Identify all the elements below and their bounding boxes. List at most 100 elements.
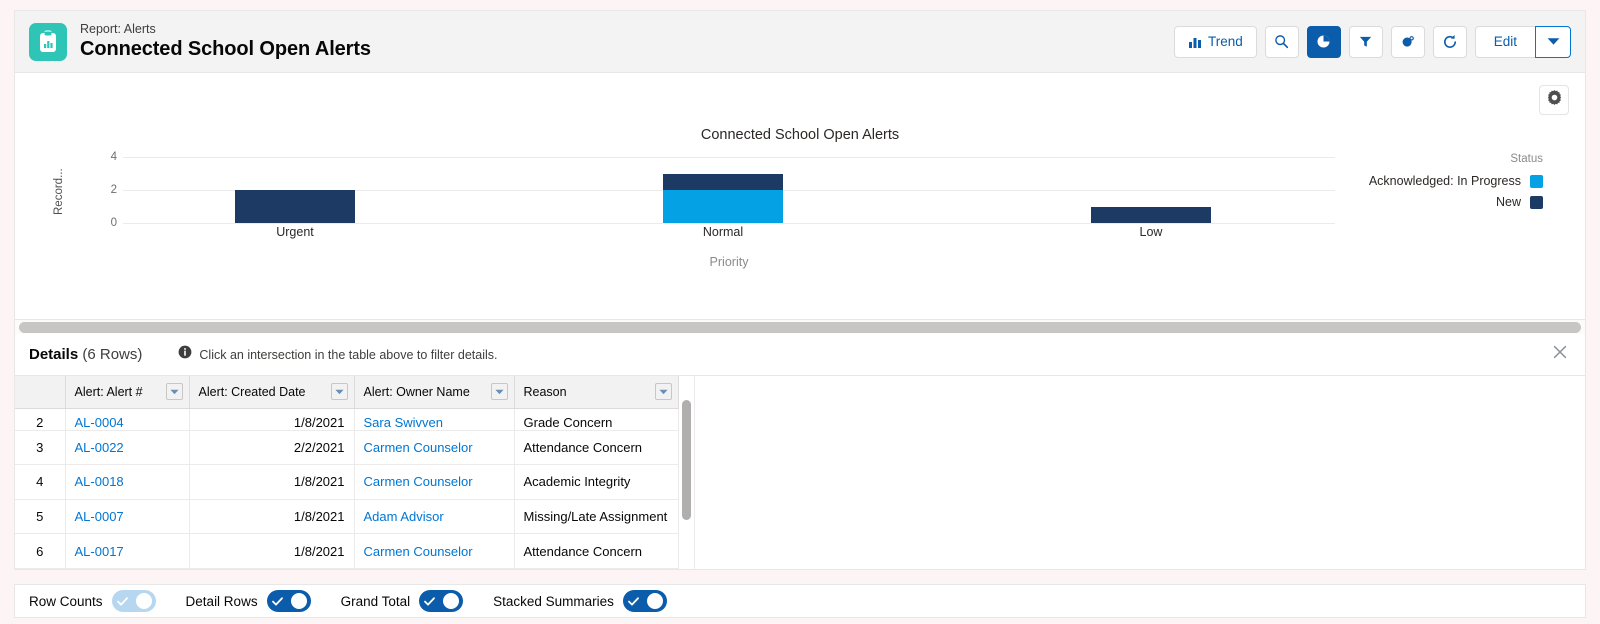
bar-normal[interactable] [663,173,783,223]
table-vertical-scrollbar-thumb[interactable] [681,400,691,520]
cell-alert-number[interactable]: AL-0007 [65,499,190,535]
cell-owner-name[interactable]: Carmen Counselor [354,533,515,569]
page-title: Connected School Open Alerts [80,37,371,60]
cell-owner-name[interactable]: Carmen Counselor [354,430,515,466]
report-options-bar: Row Counts Detail Rows Grand Total Stack… [14,584,1586,618]
cell-alert-number[interactable]: AL-0017 [65,533,190,569]
check-icon [116,596,128,606]
refresh-icon [1442,34,1458,50]
column-header-owner-name[interactable]: Alert: Owner Name [354,376,515,409]
cell-reason: Attendance Concern [514,430,679,466]
refresh-button[interactable] [1432,25,1467,58]
cell-created-date: 1/8/2021 [189,464,355,500]
legend-item-in-progress[interactable]: Acknowledged: In Progress [1369,174,1543,188]
table-row[interactable]: 2 AL-0004 1/8/2021 Sara Swivven Grade Co… [15,408,679,431]
chart-settings-button[interactable] [1539,85,1569,115]
owner-name-link[interactable]: Carmen Counselor [364,544,473,559]
filter-button[interactable] [1348,25,1383,58]
cell-owner-name[interactable]: Adam Advisor [354,499,515,535]
owner-name-link[interactable]: Sara Swivven [364,415,443,430]
legend-swatch-new [1530,195,1543,209]
toggle-detail-rows[interactable]: Detail Rows [186,590,311,612]
x-label-normal: Normal [702,225,744,239]
bar-low[interactable] [1091,206,1211,223]
legend-swatch-in-progress [1530,174,1543,188]
close-details-button[interactable] [1549,344,1571,366]
chart-title: Connected School Open Alerts [700,127,900,143]
cell-created-date: 1/8/2021 [189,408,355,431]
x-label-low: Low [1139,225,1163,239]
toggle-knob [290,593,307,609]
report-eyebrow: Report: Alerts [80,21,156,36]
toggle-stacked-summaries-switch[interactable] [622,590,667,612]
table-row[interactable]: 6 AL-0017 1/8/2021 Carmen Counselor Atte… [15,533,679,569]
trend-button[interactable]: Trend [1173,25,1257,58]
bar-segment-new-normal[interactable] [663,173,783,190]
details-title-text: Details [29,346,79,363]
alert-number-link[interactable]: AL-0017 [75,544,124,559]
bar-segment-new-low[interactable] [1091,206,1211,223]
column-menu-icon-owner-name[interactable] [490,383,508,401]
toggle-row-counts[interactable]: Row Counts [29,590,156,612]
y-axis-label: Record... [53,168,65,216]
cell-owner-name[interactable]: Sara Swivven [354,408,515,431]
subscribe-button[interactable] [1390,25,1425,58]
table-header-row: Alert: Alert # Alert: Created Date Alert… [15,376,679,409]
details-row-count: (6 Rows) [82,346,143,363]
bar-segment-in-progress-normal[interactable] [663,190,783,223]
toggle-grand-total-switch[interactable] [419,590,464,612]
details-header: Details (6 Rows) Click an intersection i… [14,334,1586,376]
chart-horizontal-scrollbar[interactable] [14,320,1586,334]
chart-horizontal-scrollbar-thumb[interactable] [19,321,1581,333]
table-body: 2 AL-0004 1/8/2021 Sara Swivven Grade Co… [15,408,679,569]
owner-name-link[interactable]: Carmen Counselor [364,474,473,489]
row-number-header [15,376,66,409]
toggle-grand-total[interactable]: Grand Total [341,590,464,612]
legend-item-new[interactable]: New [1369,195,1543,209]
table-row[interactable]: 4 AL-0018 1/8/2021 Carmen Counselor Acad… [15,464,679,500]
owner-name-link[interactable]: Carmen Counselor [364,440,473,455]
edit-button-group: Edit [1474,25,1571,58]
report-title-block: Report: Alerts Connected School Open Ale… [80,22,371,62]
cell-alert-number[interactable]: AL-0018 [65,464,190,500]
column-header-alert-number-label: Alert: Alert # [74,384,143,399]
table-vertical-scrollbar[interactable] [678,376,695,569]
toggle-detail-rows-label: Detail Rows [185,593,258,609]
alert-number-link[interactable]: AL-0007 [75,509,124,524]
column-header-alert-number[interactable]: Alert: Alert # [65,376,190,409]
legend-title: Status [1510,153,1543,165]
edit-button[interactable]: Edit [1474,25,1535,58]
cell-reason: Missing/Late Assignment [514,499,679,535]
bar-segment-new-urgent[interactable] [235,190,355,223]
alert-number-link[interactable]: AL-0022 [75,440,124,455]
legend-label-in-progress: Acknowledged: In Progress [1368,174,1521,188]
column-menu-icon-created-date[interactable] [330,383,348,401]
chart-gridlines [123,157,1335,224]
cell-alert-number[interactable]: AL-0022 [65,430,190,466]
table-row[interactable]: 5 AL-0007 1/8/2021 Adam Advisor Missing/… [15,499,679,535]
cell-owner-name[interactable]: Carmen Counselor [354,464,515,500]
column-header-reason[interactable]: Reason [514,376,679,409]
owner-name-link[interactable]: Adam Advisor [364,509,444,524]
table-empty-space [694,376,1585,569]
toggle-stacked-summaries[interactable]: Stacked Summaries [493,590,667,612]
pie-chart-icon [1316,34,1331,49]
column-header-owner-name-label: Alert: Owner Name [363,384,470,399]
alert-number-link[interactable]: AL-0018 [75,474,124,489]
toggle-detail-rows-switch[interactable] [266,590,311,612]
alert-number-link[interactable]: AL-0004 [75,415,124,430]
bar-urgent[interactable] [235,190,355,223]
column-menu-icon-reason[interactable] [654,383,672,401]
column-header-reason-label: Reason [523,384,567,399]
chart-toggle-button[interactable] [1306,25,1341,58]
funnel-icon [1358,34,1373,49]
column-header-created-date[interactable]: Alert: Created Date [189,376,355,409]
search-button[interactable] [1264,25,1299,58]
cell-alert-number[interactable]: AL-0004 [65,408,190,431]
toggle-row-counts-switch[interactable] [111,590,156,612]
chart-plot-area: Record... 4 2 0 Urgent Normal Low Priori… [15,151,1585,269]
column-menu-icon-alert-number[interactable] [165,383,183,401]
y-tick-2: 2 [110,184,117,196]
table-row[interactable]: 3 AL-0022 2/2/2021 Carmen Counselor Atte… [15,430,679,466]
edit-dropdown-button[interactable] [1535,25,1571,58]
